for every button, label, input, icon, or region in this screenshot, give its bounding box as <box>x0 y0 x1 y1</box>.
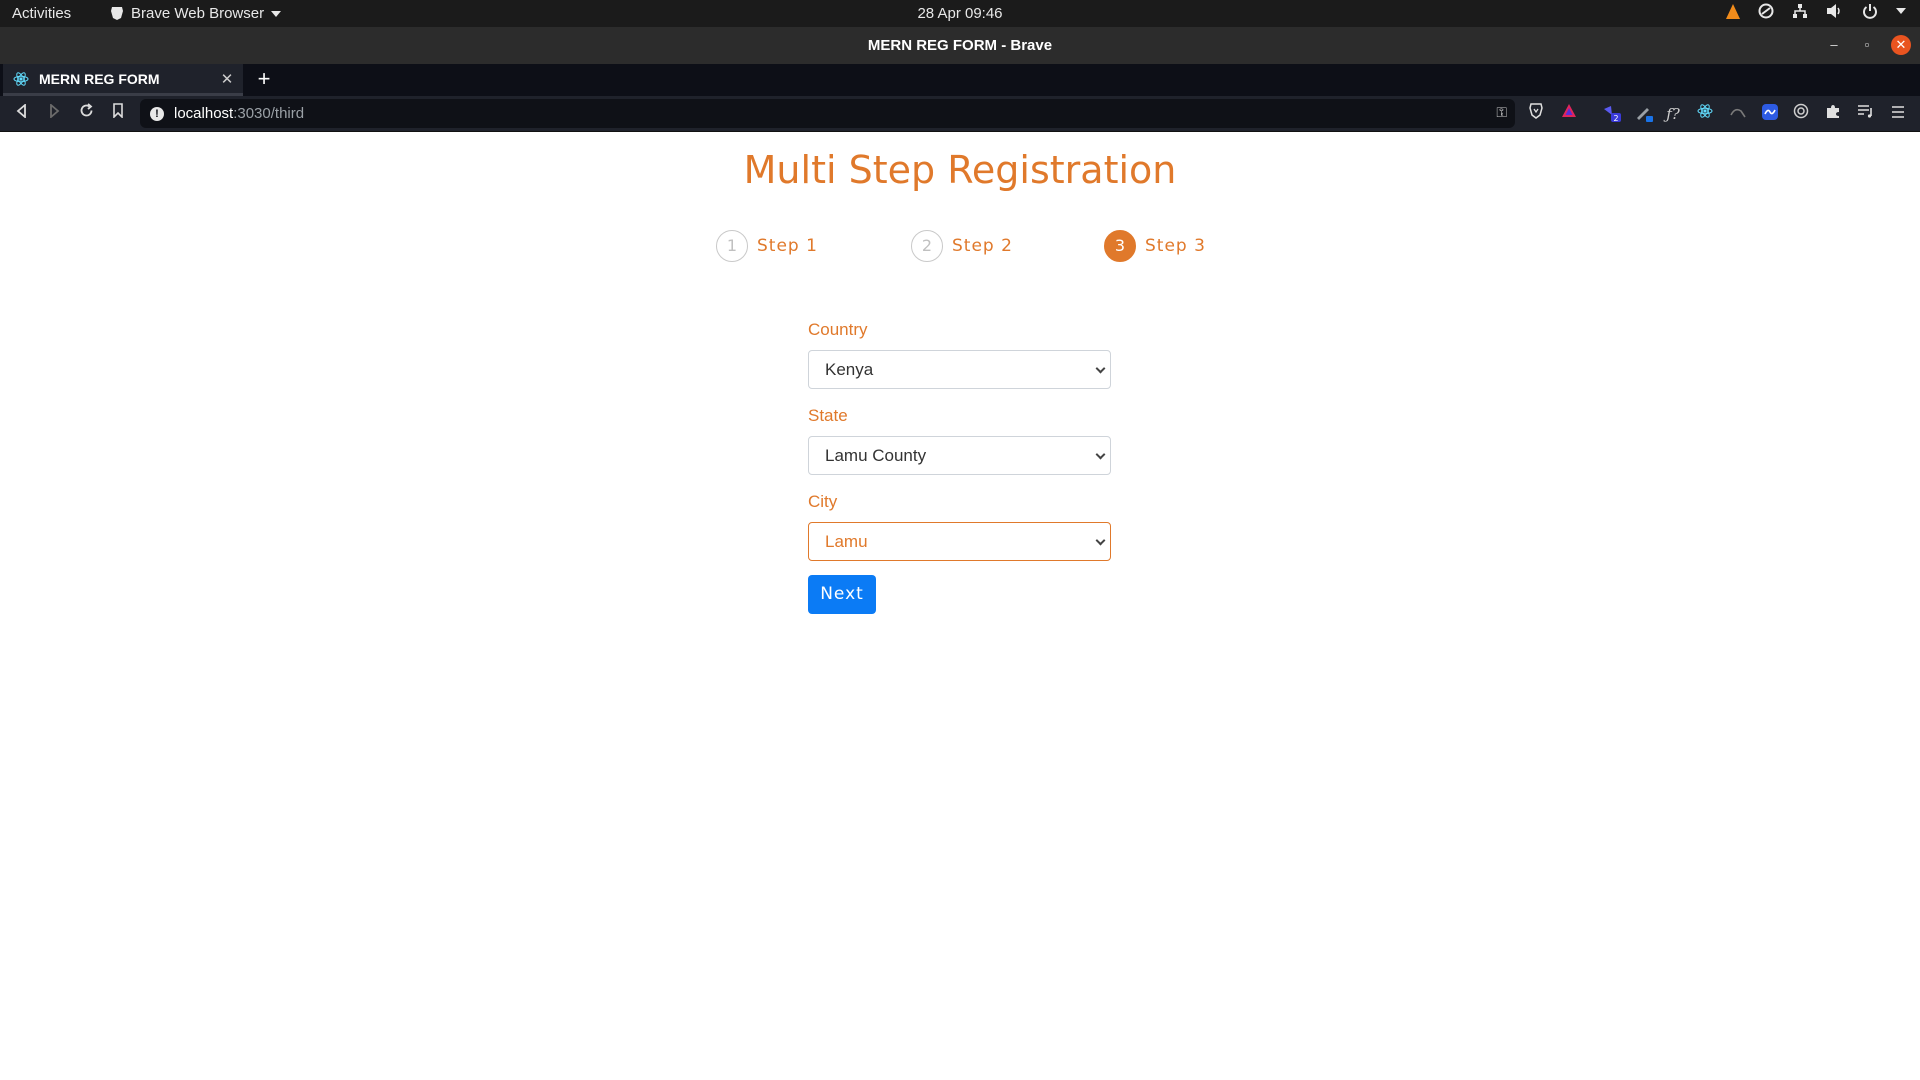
extension-badge-icon[interactable]: 2 <box>1601 103 1623 125</box>
chevron-down-icon <box>271 10 282 17</box>
reload-icon <box>80 103 92 117</box>
react-devtools-icon[interactable] <box>1694 103 1716 125</box>
volume-icon[interactable] <box>1826 3 1844 19</box>
activities-button[interactable]: Activities <box>12 5 71 22</box>
close-window-button[interactable]: ✕ <box>1891 35 1911 55</box>
new-tab-button[interactable]: + <box>252 67 276 91</box>
page-title: Multi Step Registration <box>743 148 1177 192</box>
close-tab-icon[interactable]: ✕ <box>217 70 237 88</box>
vlc-icon[interactable] <box>1726 3 1740 19</box>
page-content: Multi Step Registration 1 Step 1 2 Step … <box>0 133 1920 1080</box>
step-1-number: 1 <box>716 230 748 262</box>
state-value: Lamu County <box>825 446 927 465</box>
back-arrow-icon <box>16 103 26 119</box>
restore-button[interactable]: ▫ <box>1857 35 1877 55</box>
system-menu-chevron-icon[interactable] <box>1896 8 1906 14</box>
step-1[interactable]: 1 Step 1 <box>716 230 818 262</box>
browser-toolbar: ! localhost:3030/third ⚿ 2 ƒ? <box>0 96 1920 132</box>
bookmark-button[interactable] <box>107 103 129 125</box>
address-bar[interactable]: ! localhost:3030/third ⚿ <box>140 99 1515 128</box>
city-select[interactable]: Lamu <box>808 522 1111 561</box>
state-select[interactable]: Lamu County <box>808 436 1111 475</box>
window-title-bar: MERN REG FORM - Brave – ▫ ✕ <box>0 27 1920 64</box>
brave-rewards-icon[interactable] <box>1558 103 1580 125</box>
back-button[interactable] <box>11 103 33 125</box>
hand-extension-icon[interactable] <box>1727 103 1749 125</box>
step-1-label: Step 1 <box>757 236 818 256</box>
chevron-down-icon <box>1095 449 1106 460</box>
function-extension-icon[interactable]: ƒ? <box>1662 103 1684 125</box>
pen-extension-icon[interactable] <box>1633 103 1655 125</box>
country-select[interactable]: Kenya <box>808 350 1111 389</box>
state-label: State <box>808 406 848 425</box>
city-label: City <box>808 492 838 511</box>
forward-arrow-icon <box>50 103 60 119</box>
blue-extension-icon[interactable] <box>1759 103 1781 125</box>
step-3-label: Step 3 <box>1145 236 1206 256</box>
target-extension-icon[interactable] <box>1790 103 1812 125</box>
city-value: Lamu <box>825 532 868 551</box>
app-menu-label: Brave Web Browser <box>131 5 265 22</box>
bookmark-icon <box>113 103 123 119</box>
step-2-label: Step 2 <box>952 236 1013 256</box>
sync-icon[interactable] <box>1758 3 1774 19</box>
step-3[interactable]: 3 Step 3 <box>1104 230 1206 262</box>
extensions-puzzle-icon[interactable] <box>1822 103 1844 125</box>
system-tray[interactable] <box>1726 3 1906 19</box>
key-icon[interactable]: ⚿ <box>1496 104 1507 121</box>
chevron-down-icon <box>1095 535 1106 546</box>
country-value: Kenya <box>825 360 874 379</box>
url-path: :3030/third <box>233 105 305 122</box>
menu-hamburger-icon[interactable] <box>1887 103 1909 125</box>
tab-strip: MERN REG FORM ✕ + <box>0 64 1920 96</box>
step-2[interactable]: 2 Step 2 <box>911 230 1013 262</box>
svg-text:2: 2 <box>1613 114 1618 123</box>
site-info-icon[interactable]: ! <box>150 106 164 121</box>
country-label: Country <box>808 320 868 339</box>
playlist-icon[interactable] <box>1854 103 1876 125</box>
brave-shields-icon[interactable] <box>1525 103 1547 125</box>
brave-lion-icon <box>111 7 123 20</box>
minimize-button[interactable]: – <box>1824 35 1844 55</box>
system-top-bar: Activities Brave Web Browser 28 Apr 09:4… <box>0 0 1920 27</box>
tab-title: MERN REG FORM <box>39 70 160 87</box>
chevron-down-icon <box>1095 363 1106 374</box>
power-icon[interactable] <box>1862 3 1878 19</box>
next-button[interactable]: Next <box>808 575 876 614</box>
window-title: MERN REG FORM - Brave <box>867 37 1053 54</box>
react-favicon-icon <box>13 71 29 86</box>
step-2-number: 2 <box>911 230 943 262</box>
reload-button[interactable] <box>75 103 97 125</box>
url-host: localhost <box>174 105 234 122</box>
network-icon[interactable] <box>1792 3 1808 19</box>
forward-button[interactable] <box>43 103 65 125</box>
app-menu[interactable]: Brave Web Browser <box>110 5 282 22</box>
clock[interactable]: 28 Apr 09:46 <box>917 5 1002 22</box>
step-3-number: 3 <box>1104 230 1136 262</box>
tab-mern-reg-form[interactable]: MERN REG FORM ✕ <box>3 64 243 96</box>
